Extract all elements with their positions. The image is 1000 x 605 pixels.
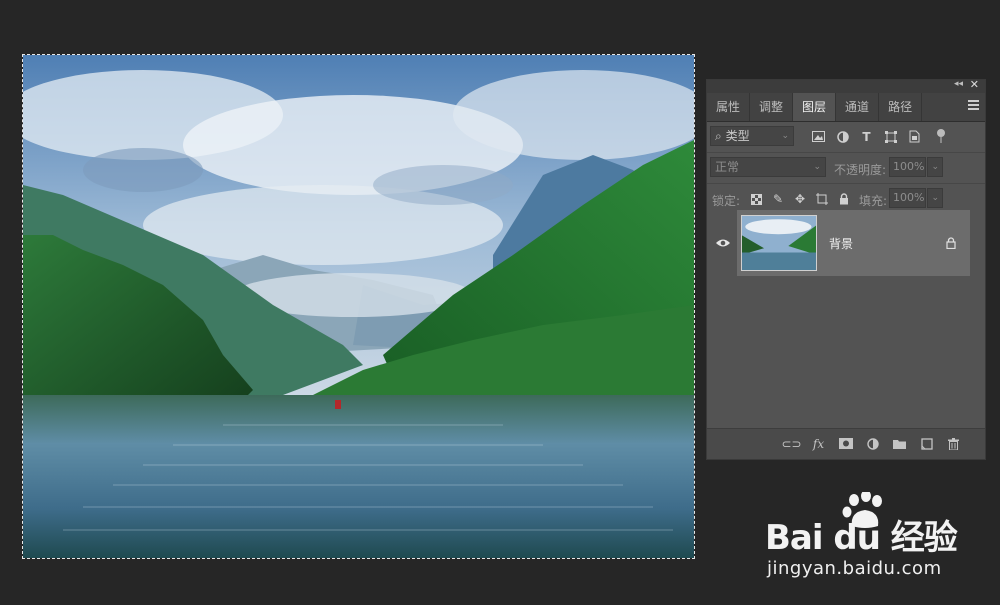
lock-label: 锁定: <box>712 194 741 208</box>
opacity-label: 不透明度: <box>834 163 887 177</box>
link-layers-icon[interactable]: ⊂⊃ <box>781 436 801 451</box>
collapse-panels-icon[interactable]: ◂◂ <box>954 79 963 89</box>
opacity-dropdown[interactable]: ⌄ <box>927 157 943 177</box>
lock-transparent-pixels-icon[interactable] <box>749 192 763 206</box>
lock-icon <box>946 237 956 249</box>
watermark-url: jingyan.baidu.com <box>767 558 942 579</box>
adjustment-layer-filter-icon[interactable] <box>835 129 850 144</box>
tab-properties[interactable]: 属性 <box>707 93 751 121</box>
lock-icons: ✎ ✥ <box>749 192 851 206</box>
lock-position-icon[interactable]: ✥ <box>793 192 807 206</box>
tab-channels[interactable]: 通道 <box>836 93 880 121</box>
add-layer-style-icon[interactable]: fx <box>811 436 826 451</box>
layer-actions: ⊂⊃ fx <box>781 436 961 451</box>
smart-object-filter-icon[interactable] <box>907 129 922 144</box>
add-mask-icon[interactable] <box>838 436 853 451</box>
blend-row: 正常 ⌄ 不透明度: 100% ⌄ <box>707 153 985 184</box>
panel-title-bar: ◂◂ ✕ <box>707 78 985 93</box>
document-canvas[interactable] <box>22 54 695 559</box>
opacity-input[interactable]: 100% <box>889 157 926 177</box>
layers-list: 背景 <box>707 210 985 428</box>
shape-layer-filter-icon[interactable] <box>883 129 898 144</box>
chevron-down-icon: ⌄ <box>931 162 939 172</box>
eye-icon[interactable] <box>716 238 730 248</box>
lock-artboard-icon[interactable] <box>815 192 829 206</box>
new-layer-icon[interactable] <box>919 436 934 451</box>
new-adjustment-layer-icon[interactable] <box>865 436 880 451</box>
close-panel-icon[interactable]: ✕ <box>970 78 979 91</box>
layers-panel: ◂◂ ✕ 属性 调整 图层 通道 路径 ⌕ 类型 ⌄ T 正常 ⌄ 不透明度: … <box>706 78 986 460</box>
pixel-layer-filter-icon[interactable] <box>811 129 826 144</box>
fill-value: 100% <box>893 191 925 204</box>
layers-bottom-bar: ⊂⊃ fx <box>707 428 985 459</box>
filter-kind-value: 类型 <box>725 129 750 143</box>
lock-all-icon[interactable] <box>837 192 851 206</box>
lock-image-pixels-icon[interactable]: ✎ <box>771 192 785 206</box>
type-layer-filter-icon[interactable]: T <box>859 129 874 144</box>
fill-label: 填充: <box>859 194 888 208</box>
layer-row-background[interactable]: 背景 <box>737 210 970 276</box>
chevron-down-icon: ⌄ <box>781 131 789 141</box>
delete-layer-icon[interactable] <box>946 436 961 451</box>
watermark-logo-text: Bai du 经验 <box>765 518 958 558</box>
search-icon: ⌕ <box>715 129 722 143</box>
fill-input[interactable]: 100% <box>889 188 926 208</box>
opacity-value: 100% <box>893 160 925 173</box>
blend-mode-select[interactable]: 正常 ⌄ <box>710 157 826 177</box>
filter-toggle-icon[interactable] <box>937 129 945 137</box>
tab-layers[interactable]: 图层 <box>793 93 837 121</box>
filter-toggle-stem <box>940 137 942 143</box>
filter-icons: T <box>811 129 922 144</box>
chevron-down-icon: ⌄ <box>931 193 939 203</box>
layer-filter-row: ⌕ 类型 ⌄ T <box>707 122 985 153</box>
tab-adjustments[interactable]: 调整 <box>750 93 794 121</box>
baidu-jingyan-watermark: Bai du 经验 jingyan.baidu.com <box>765 492 965 589</box>
new-group-icon[interactable] <box>892 436 907 451</box>
panel-tabs: 属性 调整 图层 通道 路径 <box>707 93 985 122</box>
tab-paths[interactable]: 路径 <box>879 93 923 121</box>
blend-mode-value: 正常 <box>715 160 740 174</box>
layer-name[interactable]: 背景 <box>829 235 853 252</box>
fill-dropdown[interactable]: ⌄ <box>927 188 943 208</box>
filter-kind-select[interactable]: ⌕ 类型 ⌄ <box>710 126 794 146</box>
chevron-down-icon: ⌄ <box>813 162 821 172</box>
landscape-image <box>23 55 694 558</box>
layer-thumbnail <box>741 215 817 271</box>
panel-menu-icon[interactable] <box>968 100 979 110</box>
